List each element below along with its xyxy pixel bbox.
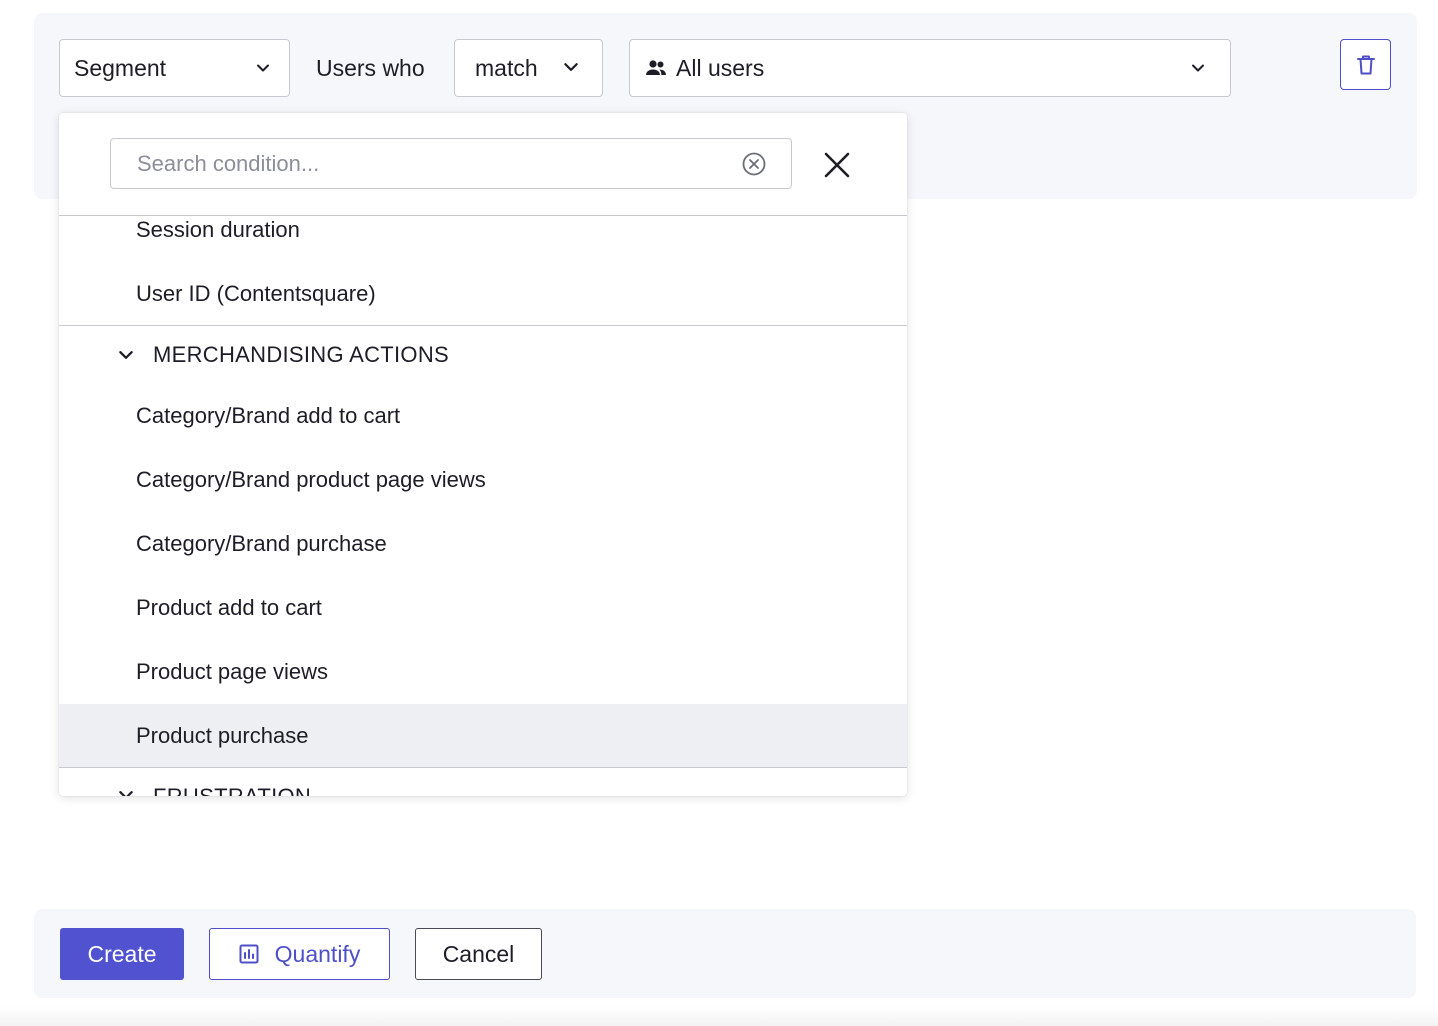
match-select[interactable]: match xyxy=(454,39,603,97)
group-header-merchandising-actions[interactable]: MERCHANDISING ACTIONS xyxy=(59,326,907,384)
match-select-value: match xyxy=(475,54,538,81)
bar-chart-icon xyxy=(239,944,259,964)
create-button[interactable]: Create xyxy=(60,928,184,980)
footer-action-bar: Create Quantify Cancel xyxy=(34,909,1416,998)
group-header-label: FRUSTRATION xyxy=(153,784,311,796)
group-header-label: MERCHANDISING ACTIONS xyxy=(153,342,449,367)
quantify-button[interactable]: Quantify xyxy=(209,928,390,980)
users-icon xyxy=(644,56,668,80)
clear-search-icon[interactable] xyxy=(741,151,767,177)
group-header-frustration[interactable]: FRUSTRATION xyxy=(59,768,907,796)
chevron-down-icon xyxy=(562,55,580,82)
chevron-down-icon xyxy=(117,346,135,364)
condition-dropdown: Session duration User ID (Contentsquare)… xyxy=(59,113,907,796)
close-icon xyxy=(824,152,850,178)
chevron-down-icon xyxy=(1190,55,1206,82)
list-item-product-add-to-cart[interactable]: Product add to cart xyxy=(59,576,907,640)
list-item-product-purchase[interactable]: Product purchase xyxy=(59,704,907,768)
user-group-select[interactable]: All users xyxy=(629,39,1231,97)
close-dropdown-button[interactable] xyxy=(823,151,851,179)
list-item-session-duration[interactable]: Session duration xyxy=(59,216,907,262)
trash-icon xyxy=(1356,54,1376,76)
list-item-category-brand-product-page-views[interactable]: Category/Brand product page views xyxy=(59,448,907,512)
chevron-down-icon xyxy=(255,55,271,82)
users-who-label: Users who xyxy=(316,55,425,81)
chevron-down-icon xyxy=(117,784,135,796)
search-condition-input[interactable] xyxy=(137,150,717,177)
search-condition-field xyxy=(110,138,792,189)
list-item-category-brand-purchase[interactable]: Category/Brand purchase xyxy=(59,512,907,576)
segment-select-value: Segment xyxy=(74,54,167,81)
page-bottom-edge xyxy=(0,1006,1438,1026)
list-item-category-brand-add-to-cart[interactable]: Category/Brand add to cart xyxy=(59,384,907,448)
delete-condition-button[interactable] xyxy=(1340,39,1391,90)
list-item-product-page-views[interactable]: Product page views xyxy=(59,640,907,704)
condition-list[interactable]: Session duration User ID (Contentsquare)… xyxy=(59,216,907,796)
cancel-button[interactable]: Cancel xyxy=(415,928,542,980)
quantify-label: Quantify xyxy=(274,940,361,967)
segment-select[interactable]: Segment xyxy=(59,39,290,97)
list-item-user-id[interactable]: User ID (Contentsquare) xyxy=(59,262,907,326)
user-group-select-value: All users xyxy=(676,54,765,81)
